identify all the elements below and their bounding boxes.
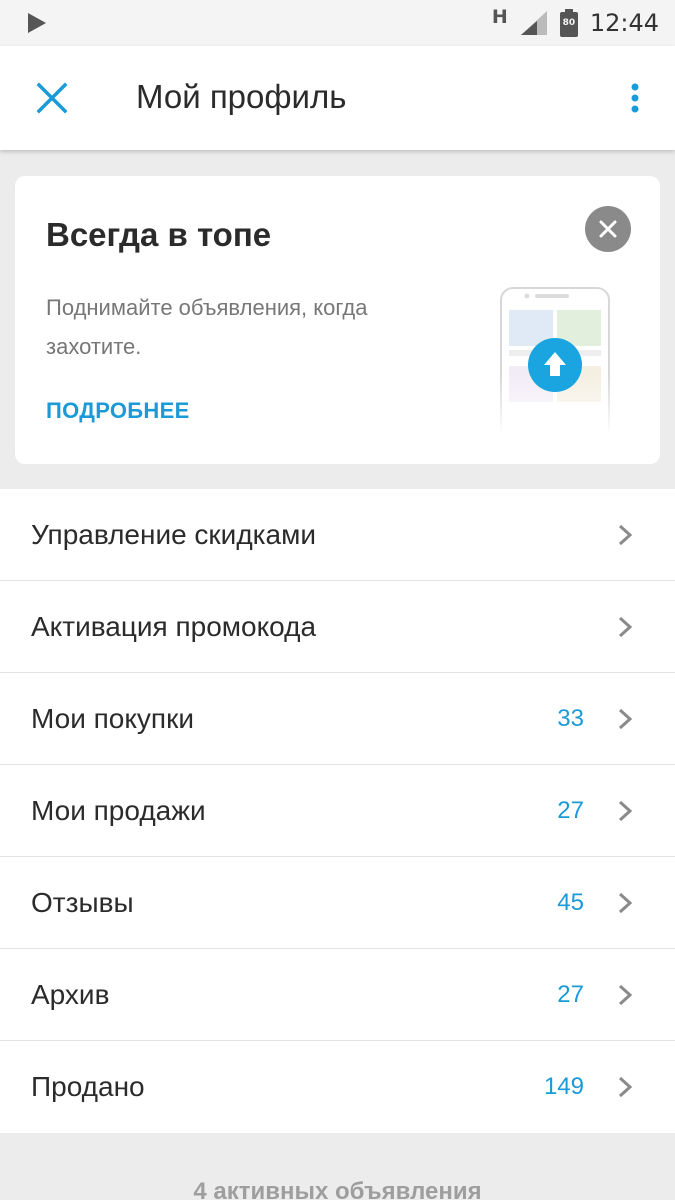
- menu-item-reviews[interactable]: Отзывы 45: [0, 857, 675, 949]
- profile-menu-list: Управление скидками Активация промокода …: [0, 489, 675, 1133]
- menu-item-count: 149: [543, 1073, 584, 1100]
- promo-description: Поднимайте объявления, когда захотите.: [46, 295, 368, 359]
- menu-item-sold[interactable]: Продано 149: [0, 1041, 675, 1133]
- menu-item-promo-code[interactable]: Активация промокода: [0, 581, 675, 673]
- chevron-right-icon: [618, 984, 633, 1005]
- signal-icon: [520, 11, 547, 35]
- close-icon: [599, 220, 617, 238]
- promo-more-link[interactable]: ПОДРОБНЕЕ: [46, 398, 190, 424]
- status-bar: H 80 12:44: [0, 0, 675, 46]
- chevron-right-icon: [618, 524, 633, 545]
- network-type: H: [491, 6, 508, 28]
- page-title: Мой профиль: [136, 78, 347, 115]
- menu-item-label: Мои продажи: [31, 794, 206, 826]
- close-button[interactable]: [28, 74, 76, 122]
- battery-icon: 80: [559, 9, 578, 37]
- overflow-menu-button[interactable]: [621, 74, 649, 122]
- chevron-right-icon: [618, 892, 633, 913]
- close-icon: [36, 82, 68, 114]
- menu-item-label: Активация промокода: [31, 610, 317, 642]
- menu-item-count: 27: [557, 980, 584, 1008]
- status-time: 12:44: [589, 9, 659, 37]
- menu-item-count: 33: [557, 704, 584, 732]
- menu-item-sales[interactable]: Мои продажи 27: [0, 765, 675, 857]
- menu-item-count: 45: [557, 888, 584, 916]
- menu-item-purchases[interactable]: Мои покупки 33: [0, 673, 675, 765]
- menu-item-label: Продано: [31, 1071, 145, 1102]
- menu-item-label: Отзывы: [31, 886, 134, 918]
- active-listings-count: 4 активных объявления: [193, 1178, 482, 1200]
- menu-item-label: Мои покупки: [31, 702, 194, 734]
- chevron-right-icon: [618, 708, 633, 729]
- chevron-right-icon: [618, 1076, 633, 1098]
- promo-dismiss-button[interactable]: [585, 206, 631, 252]
- play-icon: [28, 13, 46, 33]
- phone-boost-illustration: [499, 287, 615, 436]
- chevron-right-icon: [618, 616, 633, 637]
- menu-item-label: Управление скидками: [31, 518, 316, 550]
- chevron-right-icon: [618, 800, 633, 821]
- app-bar: Мой профиль: [0, 46, 675, 150]
- menu-item-count: 27: [557, 796, 584, 824]
- promo-title: Всегда в топе: [46, 216, 272, 253]
- status-indicators: H 80 12:44: [492, 0, 659, 46]
- menu-item-label: Архив: [31, 978, 110, 1010]
- more-vertical-icon: [631, 83, 639, 113]
- promo-card: Всегда в топе Поднимайте объявления, ког…: [15, 176, 660, 464]
- menu-item-discounts[interactable]: Управление скидками: [0, 489, 675, 581]
- battery-level: 80: [562, 18, 576, 28]
- menu-item-archive[interactable]: Архив 27: [0, 949, 675, 1041]
